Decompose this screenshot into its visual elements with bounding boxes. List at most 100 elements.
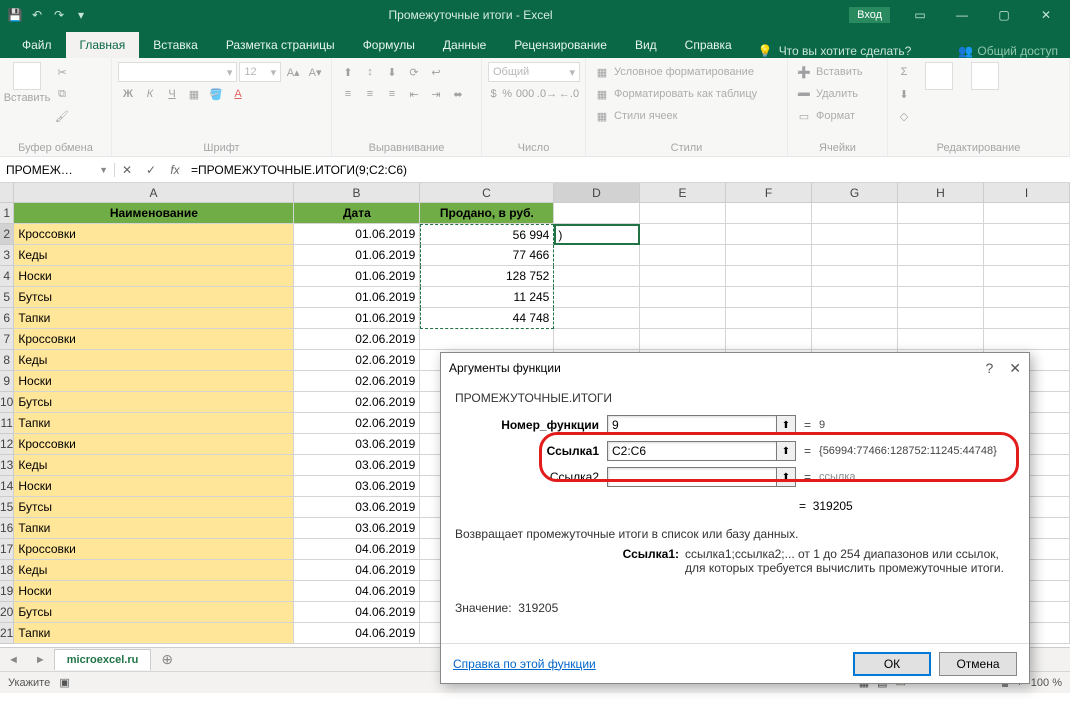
cell[interactable]: 02.06.2019 <box>294 329 420 350</box>
cell[interactable] <box>640 224 726 245</box>
save-icon[interactable]: 💾 <box>6 6 24 24</box>
cell[interactable] <box>984 329 1070 350</box>
column-header[interactable]: E <box>640 183 726 202</box>
arg-funcnum-input[interactable] <box>607 415 777 435</box>
insert-cells-icon[interactable]: ➕ <box>794 62 814 82</box>
tab-file[interactable]: Файл <box>8 32 66 58</box>
cell[interactable]: 03.06.2019 <box>294 497 420 518</box>
select-all-corner[interactable] <box>0 183 14 202</box>
copy-icon[interactable]: ⧉ <box>52 84 72 104</box>
cell[interactable]: 01.06.2019 <box>294 287 420 308</box>
cell[interactable]: Носки <box>14 371 294 392</box>
cell[interactable]: ) <box>554 224 640 245</box>
cell[interactable] <box>554 245 640 266</box>
cell[interactable] <box>554 308 640 329</box>
cell[interactable] <box>984 245 1070 266</box>
range-select-icon[interactable]: ⬆ <box>776 467 796 487</box>
formula-input[interactable] <box>187 163 1070 177</box>
close-icon[interactable]: ✕ <box>1026 0 1066 29</box>
cell[interactable]: 02.06.2019 <box>294 392 420 413</box>
tab-view[interactable]: Вид <box>621 32 671 58</box>
qat-dropdown-icon[interactable]: ▾ <box>72 6 90 24</box>
cell[interactable]: Тапки <box>14 518 294 539</box>
cell[interactable]: Носки <box>14 581 294 602</box>
font-color-icon[interactable]: А <box>228 84 248 104</box>
indent-dec-icon[interactable]: ⇤ <box>404 84 424 104</box>
cell[interactable] <box>640 203 726 224</box>
column-header[interactable]: A <box>14 183 294 202</box>
record-macro-icon[interactable]: ▣ <box>59 677 69 689</box>
cell[interactable] <box>812 266 898 287</box>
align-middle-icon[interactable]: ↕ <box>360 62 380 82</box>
row-header[interactable]: 16 <box>0 518 14 539</box>
find-select-button[interactable] <box>964 62 1006 90</box>
cell[interactable] <box>898 329 984 350</box>
cell[interactable]: Кроссовки <box>14 224 294 245</box>
cell[interactable] <box>984 308 1070 329</box>
grow-font-icon[interactable]: A▴ <box>283 62 303 82</box>
sheet-nav-next-icon[interactable]: ► <box>27 654 54 666</box>
sort-filter-button[interactable] <box>918 62 960 90</box>
cell[interactable]: Тапки <box>14 413 294 434</box>
cell[interactable] <box>726 287 812 308</box>
cell[interactable]: Кеды <box>14 350 294 371</box>
cell[interactable]: Носки <box>14 266 294 287</box>
percent-icon[interactable]: % <box>501 84 513 104</box>
row-header[interactable]: 8 <box>0 350 14 371</box>
undo-icon[interactable]: ↶ <box>28 6 46 24</box>
number-format-select[interactable]: Общий▾ <box>488 62 580 82</box>
sheet-tab[interactable]: microexcel.ru <box>54 649 152 670</box>
cell[interactable]: Кроссовки <box>14 539 294 560</box>
cell[interactable]: 128 752 <box>420 266 554 287</box>
row-header[interactable]: 13 <box>0 455 14 476</box>
cell[interactable] <box>812 287 898 308</box>
cell[interactable]: 02.06.2019 <box>294 350 420 371</box>
cut-icon[interactable]: ✂ <box>52 62 72 82</box>
row-header[interactable]: 4 <box>0 266 14 287</box>
cell[interactable] <box>984 266 1070 287</box>
wrap-text-icon[interactable]: ↩ <box>426 62 446 82</box>
cell[interactable]: Дата <box>294 203 420 224</box>
cell[interactable]: 04.06.2019 <box>294 560 420 581</box>
row-header[interactable]: 1 <box>0 203 14 224</box>
zoom-level[interactable]: 100 % <box>1031 677 1062 689</box>
cell[interactable]: 04.06.2019 <box>294 581 420 602</box>
cell[interactable]: Кроссовки <box>14 434 294 455</box>
comma-icon[interactable]: 000 <box>515 84 535 104</box>
maximize-icon[interactable]: ▢ <box>984 0 1024 29</box>
cell[interactable] <box>554 287 640 308</box>
cell[interactable] <box>726 203 812 224</box>
minimize-icon[interactable]: — <box>942 0 982 29</box>
cell[interactable]: 02.06.2019 <box>294 371 420 392</box>
cell[interactable] <box>640 329 726 350</box>
tab-review[interactable]: Рецензирование <box>500 32 621 58</box>
paste-button[interactable]: Вставить <box>6 62 48 104</box>
row-header[interactable]: 18 <box>0 560 14 581</box>
align-right-icon[interactable]: ≡ <box>382 84 402 104</box>
cell[interactable]: 01.06.2019 <box>294 308 420 329</box>
cell[interactable]: Тапки <box>14 623 294 644</box>
dialog-close-icon[interactable]: ✕ <box>1009 360 1021 377</box>
cell[interactable] <box>898 308 984 329</box>
cell[interactable]: 03.06.2019 <box>294 518 420 539</box>
cell[interactable] <box>420 329 554 350</box>
cell[interactable]: 01.06.2019 <box>294 245 420 266</box>
cell[interactable]: 03.06.2019 <box>294 476 420 497</box>
column-header[interactable]: C <box>420 183 554 202</box>
tab-help[interactable]: Справка <box>671 32 746 58</box>
cell[interactable]: 77 466 <box>420 245 554 266</box>
cell[interactable] <box>984 203 1070 224</box>
column-header[interactable]: F <box>726 183 812 202</box>
row-header[interactable]: 6 <box>0 308 14 329</box>
sheet-nav-prev-icon[interactable]: ◄ <box>0 654 27 666</box>
currency-icon[interactable]: $ <box>488 84 499 104</box>
row-header[interactable]: 11 <box>0 413 14 434</box>
cell[interactable]: 04.06.2019 <box>294 623 420 644</box>
merge-icon[interactable]: ⬌ <box>448 84 468 104</box>
cell[interactable] <box>554 329 640 350</box>
cell[interactable]: Кеды <box>14 560 294 581</box>
cell[interactable]: 11 245 <box>420 287 554 308</box>
align-center-icon[interactable]: ≡ <box>360 84 380 104</box>
cell[interactable]: Носки <box>14 476 294 497</box>
cell[interactable] <box>898 224 984 245</box>
